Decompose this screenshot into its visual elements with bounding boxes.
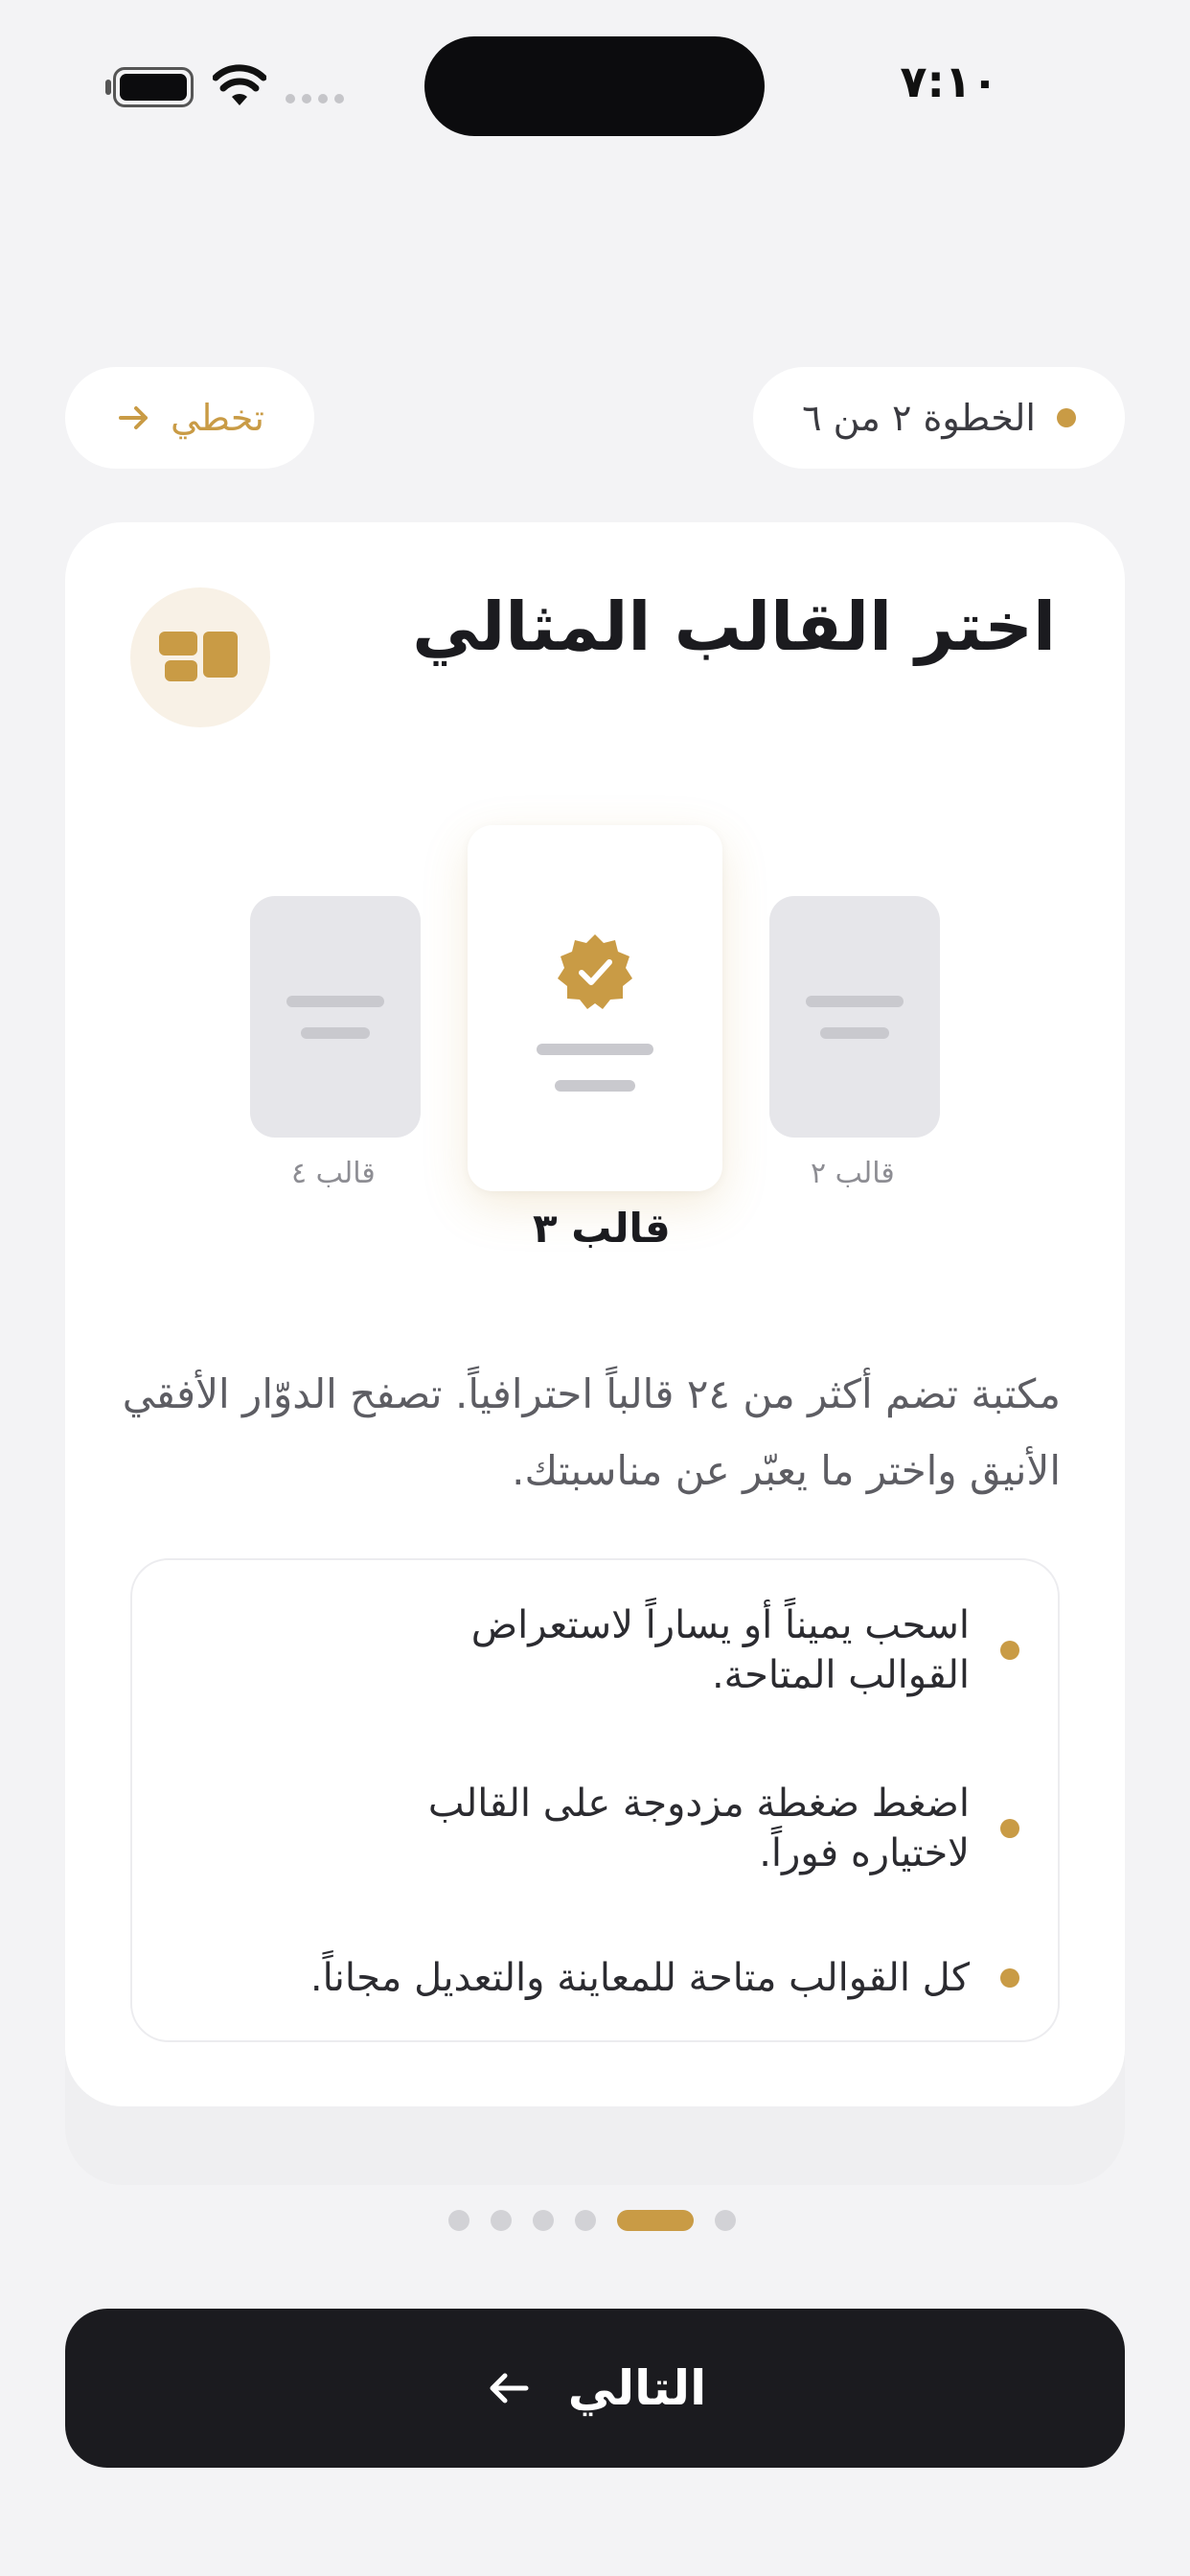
battery-cap	[105, 80, 111, 95]
template-card-3-selected[interactable]	[468, 825, 722, 1191]
template-label-2: قالب ٢	[811, 1157, 895, 1190]
page-dot-3[interactable]	[533, 2210, 554, 2231]
tip-text: كل القوالب متاحة للمعاينة والتعديل مجانا…	[309, 1956, 970, 2000]
bullet-dot	[1000, 1641, 1019, 1660]
bullet-dot	[1000, 1968, 1019, 1988]
tip-text: اضغط ضغطة مزدوجة على القالب لاختياره فور…	[427, 1782, 970, 1875]
dynamic-island	[424, 36, 765, 136]
step-dot	[1056, 408, 1076, 427]
skip-label: تخطي	[171, 397, 264, 439]
tip-item: اسحب يميناً أو يساراً لاستعراض القوالب ا…	[234, 1600, 1019, 1700]
arrow-right-icon	[119, 406, 149, 429]
wifi-icon	[213, 64, 266, 105]
cellular-signal-icon	[286, 94, 344, 104]
page-dot-6[interactable]	[715, 2210, 736, 2231]
template-card-4[interactable]	[250, 896, 421, 1138]
next-button[interactable]: التالي	[65, 2309, 1125, 2468]
arrow-left-icon	[490, 2373, 529, 2404]
template-label-3: قالب ٣	[533, 1205, 671, 1252]
step-indicator: الخطوة ٢ من ٦	[753, 367, 1125, 469]
skip-button[interactable]: تخطي	[65, 367, 314, 469]
page-dot-4[interactable]	[575, 2210, 596, 2231]
tip-item: كل القوالب متاحة للمعاينة والتعديل مجانا…	[234, 1953, 1019, 2003]
bullet-dot	[1000, 1819, 1019, 1838]
page-indicator	[448, 2210, 736, 2231]
layout-grid-icon	[130, 587, 270, 727]
card-title: اختر القالب المثالي	[412, 587, 1056, 666]
battery-icon	[113, 67, 194, 107]
card-description: مكتبة تضم أكثر من ٢٤ قالباً احترافياً. ت…	[122, 1370, 1061, 1494]
tip-text: اسحب يميناً أو يساراً لاستعراض القوالب ا…	[470, 1603, 970, 1697]
status-bar: ٧:١٠	[0, 0, 1190, 172]
page-dot-2[interactable]	[491, 2210, 512, 2231]
step-label: الخطوة ٢ من ٦	[802, 397, 1036, 439]
tip-item: اضغط ضغطة مزدوجة على القالب لاختياره فور…	[234, 1779, 1019, 1878]
next-button-label: التالي	[567, 2360, 707, 2416]
verified-badge-icon	[558, 934, 632, 1009]
status-time: ٧:١٠	[900, 56, 998, 107]
tips-list: اسحب يميناً أو يساراً لاستعراض القوالب ا…	[130, 1558, 1060, 2042]
page-dot-5-active[interactable]	[617, 2210, 694, 2231]
page-dot-1[interactable]	[448, 2210, 469, 2231]
template-card-2[interactable]	[769, 896, 940, 1138]
template-label-4: قالب ٤	[291, 1157, 376, 1190]
